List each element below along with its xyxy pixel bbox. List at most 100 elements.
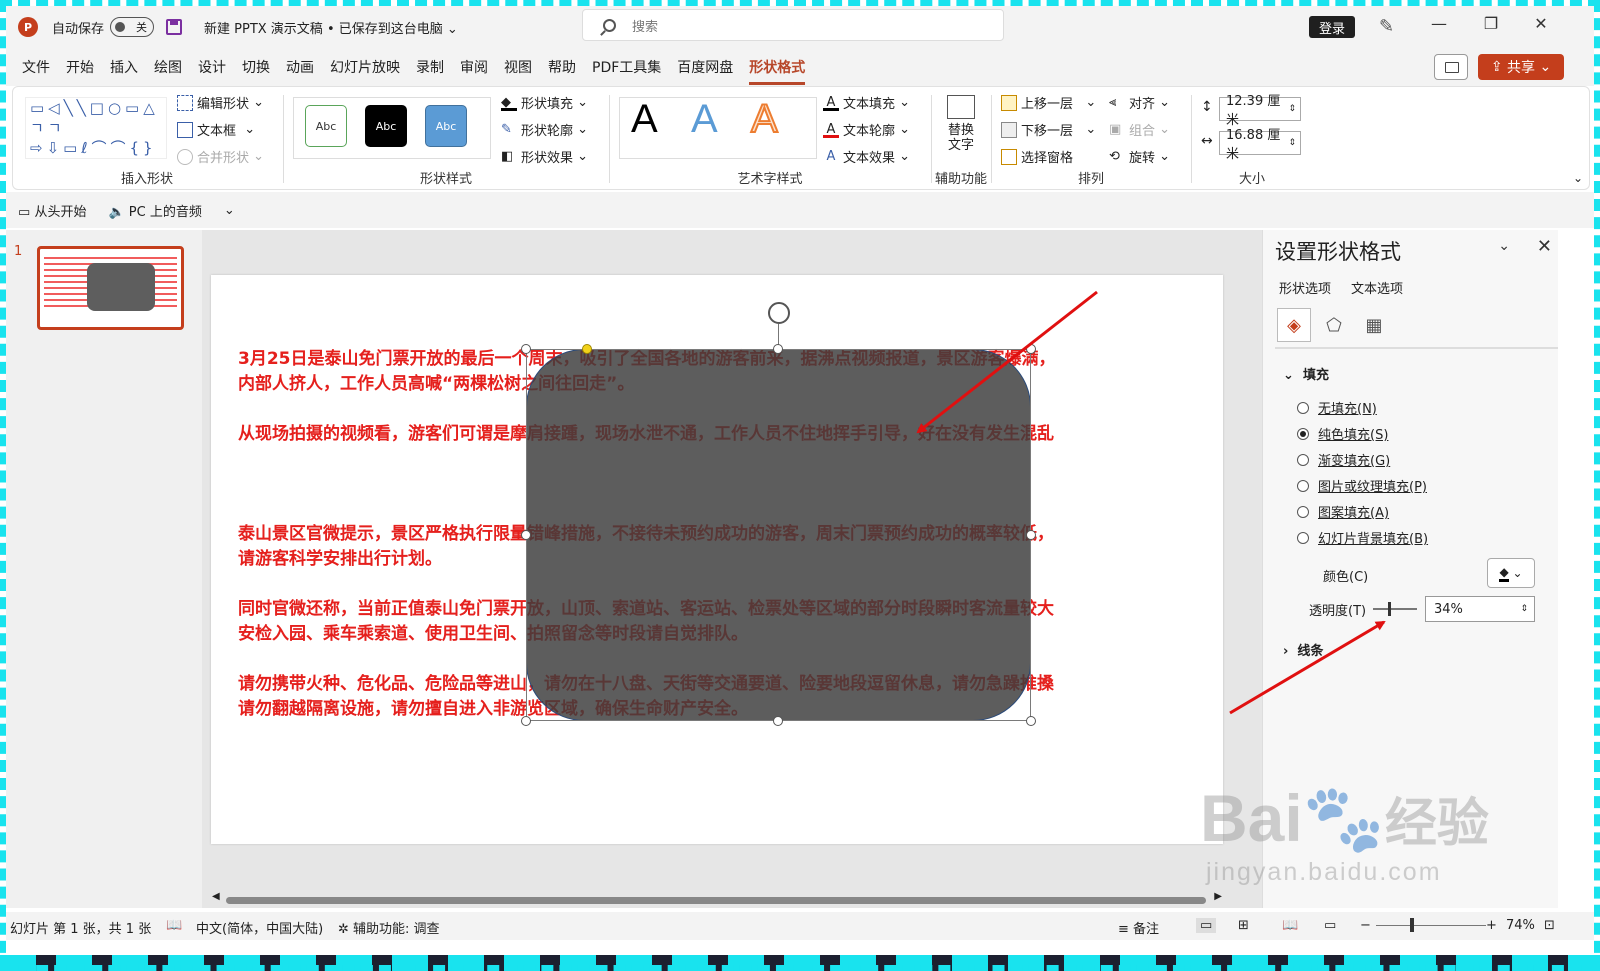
transparency-input[interactable]: 34% ⇕ [1425, 596, 1535, 622]
share-button[interactable]: ⇪ 共享 ⌄ [1478, 54, 1564, 80]
tab-3[interactable]: 绘图 [146, 57, 190, 77]
tab-shape-options[interactable]: 形状选项 [1279, 278, 1331, 297]
tab-13[interactable]: 百度网盘 [669, 57, 741, 77]
resize-handle-bottom-right[interactable] [1026, 716, 1036, 726]
edit-shape-button[interactable]: 编辑形状 ⌄ [177, 93, 264, 112]
rotate-handle-icon[interactable] [768, 302, 790, 324]
spin-icon[interactable]: ⇕ [1520, 604, 1528, 614]
pc-audio-button[interactable]: 🔈 PC 上的音频 [108, 201, 201, 220]
transparency-slider[interactable] [1373, 608, 1417, 610]
autosave-toggle[interactable]: 关 [110, 17, 155, 37]
bring-forward-button[interactable]: 上移一层 ⌄ [1001, 93, 1096, 112]
tab-1[interactable]: 开始 [58, 57, 102, 77]
zoom-slider-thumb[interactable] [1410, 918, 1414, 932]
resize-handle-top-right[interactable] [1026, 344, 1036, 354]
resize-handle-top-left[interactable] [521, 344, 531, 354]
restore-button[interactable]: ❐ [1476, 14, 1506, 33]
save-icon[interactable] [166, 19, 183, 35]
tab-5[interactable]: 切换 [234, 57, 278, 77]
style-preset-dark[interactable]: Abc [365, 105, 407, 147]
comment-button[interactable] [1434, 54, 1468, 80]
login-button[interactable]: 登录 [1309, 16, 1355, 38]
proofing-icon[interactable]: 📖 [166, 918, 182, 933]
pane-close-icon[interactable]: ✕ [1537, 236, 1552, 257]
wordart-black[interactable]: A [631, 97, 658, 142]
effects-pentagon-icon[interactable]: ⬠ [1317, 308, 1351, 342]
radio-button[interactable] [1297, 453, 1309, 466]
tab-10[interactable]: 视图 [496, 57, 540, 77]
tab-14[interactable]: 形状格式 [741, 57, 813, 85]
accessibility-status[interactable]: ✲ 辅助功能: 调查 [338, 918, 440, 937]
tab-12[interactable]: PDF工具集 [584, 57, 669, 77]
resize-handle-bottom-left[interactable] [521, 716, 531, 726]
group-button[interactable]: ▣ 组合 ⌄ [1109, 120, 1170, 140]
style-preset-blue[interactable]: Abc [425, 105, 467, 147]
fill-option-3[interactable]: 图片或纹理填充(P) [1297, 476, 1427, 495]
tab-4[interactable]: 设计 [190, 57, 234, 77]
tab-2[interactable]: 插入 [102, 57, 146, 77]
tab-8[interactable]: 录制 [408, 57, 452, 77]
text-effects-button[interactable]: A 文本效果 ⌄ [823, 147, 911, 167]
radio-button[interactable] [1297, 479, 1309, 492]
tab-text-options[interactable]: 文本选项 [1351, 278, 1403, 297]
resize-handle-left[interactable] [521, 530, 531, 540]
slide-thumbnail[interactable] [37, 246, 184, 330]
fill-line-icon[interactable]: ◈ [1277, 308, 1311, 342]
normal-view-icon[interactable]: ▭ [1196, 918, 1217, 933]
style-preset-outline[interactable]: Abc [305, 105, 347, 147]
slide-sorter-icon[interactable]: ⊞ [1238, 918, 1249, 933]
rotate-button[interactable]: ⟲ 旋转 ⌄ [1109, 147, 1170, 167]
radio-button[interactable] [1297, 427, 1309, 440]
zoom-in-icon[interactable]: + [1486, 918, 1497, 933]
radio-button[interactable] [1297, 505, 1309, 518]
resize-handle-top[interactable] [773, 344, 783, 354]
customize-qat-icon[interactable]: ⌄ [224, 203, 235, 218]
pen-icon[interactable]: ✎ [1379, 16, 1394, 37]
shape-width-input[interactable]: 16.88 厘米 ⇕ [1219, 128, 1301, 162]
fill-option-5[interactable]: 幻灯片背景填充(B) [1297, 528, 1428, 547]
transparency-slider-thumb[interactable] [1388, 602, 1391, 616]
resize-handle-bottom[interactable] [773, 716, 783, 726]
language-status[interactable]: 中文(简体，中国大陆) [196, 918, 323, 937]
zoom-slider[interactable] [1376, 925, 1486, 926]
text-box-button[interactable]: 文本框 ⌄ [177, 120, 255, 139]
text-fill-button[interactable]: A 文本填充 ⌄ [823, 93, 910, 112]
shape-fill-button[interactable]: ◆ 形状填充 ⌄ [501, 93, 588, 112]
shape-height-input[interactable]: 12.39 厘米 ⇕ [1219, 94, 1301, 128]
shape-effects-button[interactable]: ◧ 形状效果 ⌄ [501, 147, 588, 167]
slideshow-view-icon[interactable]: ▭ [1324, 918, 1336, 933]
scroll-thumb[interactable] [226, 897, 1206, 904]
document-title[interactable]: 新建 PPTX 演示文稿 • 已保存到这台电脑 ⌄ [204, 18, 458, 37]
merge-shapes-button[interactable]: 合并形状 ⌄ [177, 147, 264, 166]
notes-button[interactable]: ≡ 备注 [1118, 918, 1159, 937]
shapes-gallery[interactable]: ▭◁╲╲□○▭△ㄱㄱ⇨⇩▭ℓ⌒⌒{} [25, 97, 167, 159]
radio-button[interactable] [1297, 401, 1309, 414]
resize-handle-right[interactable] [1026, 530, 1036, 540]
selection-pane-button[interactable]: 选择窗格 [1001, 147, 1073, 166]
search-input[interactable]: 搜索 [582, 9, 1004, 41]
reading-view-icon[interactable]: 📖 [1282, 918, 1298, 933]
align-button[interactable]: ⫷ 对齐 ⌄ [1109, 93, 1170, 113]
scroll-left-icon[interactable]: ◀ [212, 891, 220, 902]
line-section-header[interactable]: › 线条 [1283, 640, 1323, 659]
fill-option-1[interactable]: 纯色填充(S) [1297, 424, 1388, 443]
close-button[interactable]: ✕ [1526, 14, 1556, 33]
wordart-orange[interactable]: A [750, 96, 779, 142]
wordart-blue[interactable]: A [691, 97, 718, 142]
tab-7[interactable]: 幻灯片放映 [322, 57, 408, 77]
zoom-level[interactable]: 74% [1506, 918, 1535, 933]
horizontal-scrollbar[interactable]: ◀ ▶ [212, 891, 1242, 905]
minimize-button[interactable]: — [1424, 14, 1454, 33]
text-outline-button[interactable]: A 文本轮廓 ⌄ [823, 120, 910, 139]
tab-0[interactable]: 文件 [14, 57, 58, 77]
size-properties-icon[interactable]: ▦ [1357, 308, 1391, 342]
fill-option-0[interactable]: 无填充(N) [1297, 398, 1377, 417]
fit-slide-icon[interactable]: ⊡ [1544, 918, 1555, 933]
scroll-right-icon[interactable]: ▶ [1214, 891, 1222, 902]
collapse-ribbon-icon[interactable]: ⌄ [1573, 171, 1583, 185]
fill-section-header[interactable]: ⌄ 填充 [1283, 364, 1329, 383]
shape-outline-button[interactable]: ✎ 形状轮廓 ⌄ [501, 120, 588, 140]
tab-9[interactable]: 审阅 [452, 57, 496, 77]
from-start-button[interactable]: ▭ 从头开始 [18, 201, 86, 220]
fill-option-4[interactable]: 图案填充(A) [1297, 502, 1389, 521]
